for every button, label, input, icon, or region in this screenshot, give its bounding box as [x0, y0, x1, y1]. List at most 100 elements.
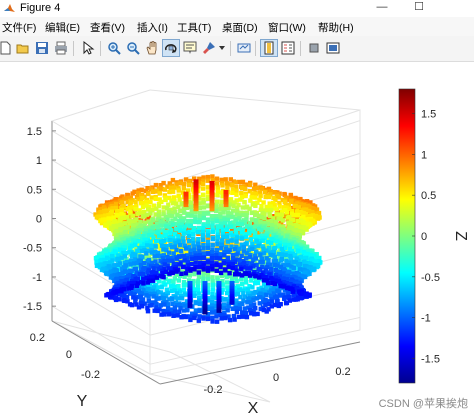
scatter-point	[240, 310, 245, 315]
scatter-point	[133, 252, 138, 258]
menu-window[interactable]: 窗口(W)	[268, 20, 306, 35]
maximize-button[interactable]: ☐	[401, 0, 437, 17]
open-button[interactable]	[14, 39, 32, 57]
scatter-point	[238, 197, 243, 202]
scatter-point	[195, 230, 201, 235]
scatter-point	[274, 207, 280, 212]
scatter-point	[229, 300, 235, 305]
scatter-point	[221, 261, 227, 266]
minimize-button[interactable]: —	[364, 0, 400, 17]
zoom-in-button[interactable]	[105, 39, 123, 57]
menu-tools[interactable]: 工具(T)	[177, 20, 211, 35]
scatter-point	[215, 228, 220, 233]
menu-desktop[interactable]: 桌面(D)	[222, 20, 258, 35]
show-plot-tools-button[interactable]	[324, 39, 342, 57]
hide-plot-tools-button[interactable]	[305, 39, 323, 57]
scatter-point	[183, 224, 188, 229]
new-figure-icon	[0, 41, 11, 55]
scatter-point	[110, 258, 115, 263]
z-tick-label: -1	[32, 272, 42, 284]
scatter-point	[140, 271, 146, 277]
scatter-point	[214, 268, 219, 273]
edit-plot-button[interactable]	[79, 39, 97, 57]
scatter-point	[166, 258, 171, 263]
menu-help[interactable]: 帮助(H)	[318, 20, 354, 35]
watermark: CSDN @苹果挨炮	[378, 398, 468, 410]
scatter-point	[210, 275, 215, 280]
scatter-point	[174, 247, 179, 253]
scatter-point	[176, 188, 181, 193]
scatter-point	[152, 308, 157, 313]
z-tick-label: -0.5	[23, 243, 42, 255]
scatter-point	[236, 314, 242, 320]
save-icon	[36, 42, 48, 54]
scatter-point	[149, 243, 154, 248]
scatter-point	[121, 203, 126, 209]
insert-legend-button[interactable]	[279, 39, 297, 57]
scatter-point	[163, 197, 168, 203]
scatter-point	[201, 200, 206, 205]
menu-file[interactable]: 文件(F)	[2, 20, 36, 35]
scatter-point	[228, 224, 234, 229]
scatter-point	[205, 223, 211, 228]
scatter-point	[138, 223, 143, 228]
scatter-point	[235, 221, 241, 226]
plot-area[interactable]: 1.5 1 0.5 0 -0.5 -1 -1.5 0.2 0 -0.2 -0.2 0 0.2 X Y 1.5…	[0, 62, 474, 417]
scatter-point	[145, 243, 150, 248]
scatter-point	[122, 254, 127, 259]
scatter-point	[234, 192, 239, 197]
scatter-point	[197, 255, 203, 261]
scatter-point	[149, 195, 154, 200]
scatter-point	[166, 312, 172, 317]
scatter-point	[215, 192, 220, 198]
scatter-point	[196, 270, 201, 275]
x-tick-label: 0.2	[335, 366, 350, 378]
rotate-3d-icon	[165, 44, 177, 53]
menu-insert[interactable]: 插入(I)	[137, 20, 168, 35]
scatter-point	[159, 243, 165, 248]
insert-colorbar-button[interactable]	[260, 39, 278, 57]
scatter-point	[186, 182, 192, 188]
scatter-point	[222, 297, 228, 302]
scatter-point	[150, 278, 156, 283]
rotate-3d-button[interactable]	[162, 39, 180, 57]
colorbar-tick-label: -1.5	[421, 354, 440, 366]
menu-view[interactable]: 查看(V)	[90, 20, 125, 35]
save-button[interactable]	[33, 39, 51, 57]
colorbar-tick-label: 0	[421, 231, 427, 243]
colorbar[interactable]: 1.5 1 0.5 0 -0.5 -1 -1.5 Z	[398, 88, 469, 384]
scatter-point	[205, 268, 211, 273]
scatter-point	[161, 238, 166, 244]
scatter-point	[183, 191, 189, 196]
scatter-point	[155, 253, 160, 259]
scatter-point	[201, 246, 206, 251]
scatter-point	[115, 289, 120, 294]
scatter-point	[210, 287, 216, 292]
scatter-point	[107, 264, 112, 269]
print-button[interactable]	[52, 39, 70, 57]
menu-edit[interactable]: 编辑(E)	[45, 20, 80, 35]
scatter-point	[146, 207, 151, 212]
link-plot-button[interactable]	[235, 39, 253, 57]
new-figure-button[interactable]	[0, 39, 14, 57]
scatter-point	[244, 234, 249, 240]
scatter-point	[188, 200, 194, 206]
colorbar-tick-label: 1.5	[421, 109, 436, 121]
data-cursor-button[interactable]	[181, 39, 199, 57]
scatter-point	[176, 193, 181, 198]
scatter-point	[248, 198, 253, 203]
scatter-point	[218, 270, 224, 276]
chevron-down-icon[interactable]	[219, 46, 225, 51]
scatter-point	[105, 255, 110, 260]
scatter-point	[154, 238, 159, 243]
scatter-point	[153, 259, 158, 264]
scatter-point	[176, 234, 181, 239]
figure-canvas[interactable]: 1.5 1 0.5 0 -0.5 -1 -1.5 0.2 0 -0.2 -0.2 0 0.2 X Y 1.5…	[0, 62, 474, 417]
scatter-point	[141, 261, 147, 266]
scatter-point	[234, 252, 239, 257]
brush-button[interactable]	[200, 39, 218, 57]
scatter-point	[297, 262, 302, 267]
scatter-point	[205, 260, 211, 265]
zoom-out-button[interactable]	[124, 39, 142, 57]
pan-button[interactable]	[143, 39, 161, 57]
